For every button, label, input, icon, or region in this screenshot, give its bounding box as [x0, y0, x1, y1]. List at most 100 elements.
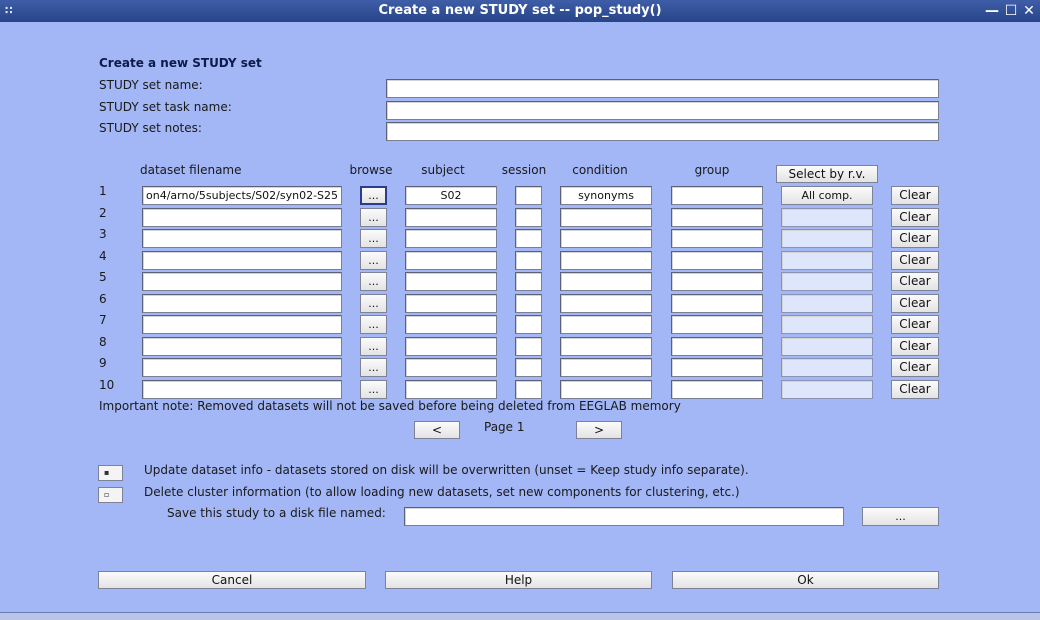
- subject-input[interactable]: [405, 251, 497, 270]
- clear-button[interactable]: Clear: [891, 251, 939, 270]
- components-button[interactable]: [781, 294, 873, 313]
- study-task-input[interactable]: [386, 101, 939, 120]
- dataset-filename-input[interactable]: [142, 251, 342, 270]
- subject-input[interactable]: S02: [405, 186, 497, 205]
- delete-cluster-checkbox[interactable]: ▫: [98, 487, 123, 503]
- components-button[interactable]: [781, 229, 873, 248]
- subject-input[interactable]: [405, 315, 497, 334]
- dataset-filename-input[interactable]: [142, 272, 342, 291]
- subject-input[interactable]: [405, 272, 497, 291]
- minimize-icon[interactable]: —: [983, 2, 1001, 20]
- save-study-filename-input[interactable]: [404, 507, 844, 526]
- session-input[interactable]: [515, 315, 542, 334]
- header-session: session: [501, 163, 547, 177]
- save-study-browse-button[interactable]: ...: [862, 507, 939, 526]
- clear-button[interactable]: Clear: [891, 380, 939, 399]
- row-number: 3: [99, 227, 107, 241]
- group-input[interactable]: [671, 208, 763, 227]
- session-input[interactable]: [515, 337, 542, 356]
- clear-button[interactable]: Clear: [891, 186, 939, 205]
- condition-input[interactable]: [560, 315, 652, 334]
- update-dataset-checkbox[interactable]: ▪: [98, 465, 123, 481]
- browse-button[interactable]: ...: [360, 315, 387, 334]
- condition-input[interactable]: [560, 358, 652, 377]
- components-button[interactable]: [781, 272, 873, 291]
- subject-input[interactable]: [405, 337, 497, 356]
- clear-button[interactable]: Clear: [891, 272, 939, 291]
- help-button[interactable]: Help: [385, 571, 652, 589]
- components-button[interactable]: [781, 358, 873, 377]
- session-input[interactable]: [515, 358, 542, 377]
- group-input[interactable]: [671, 251, 763, 270]
- browse-button[interactable]: ...: [360, 294, 387, 313]
- next-page-button[interactable]: >: [576, 421, 622, 439]
- components-button[interactable]: [781, 208, 873, 227]
- condition-input[interactable]: [560, 272, 652, 291]
- clear-button[interactable]: Clear: [891, 229, 939, 248]
- close-icon[interactable]: ✕: [1020, 2, 1038, 20]
- components-button[interactable]: [781, 337, 873, 356]
- dataset-filename-input[interactable]: [142, 229, 342, 248]
- browse-button[interactable]: ...: [360, 229, 387, 248]
- browse-button[interactable]: ...: [360, 186, 387, 205]
- components-button[interactable]: [781, 380, 873, 399]
- subject-input[interactable]: [405, 294, 497, 313]
- condition-input[interactable]: [560, 229, 652, 248]
- group-input[interactable]: [671, 186, 763, 205]
- components-button[interactable]: All comp.: [781, 186, 873, 205]
- group-input[interactable]: [671, 337, 763, 356]
- maximize-icon[interactable]: ☐: [1002, 2, 1020, 20]
- dataset-filename-input[interactable]: [142, 337, 342, 356]
- subject-input[interactable]: [405, 380, 497, 399]
- browse-button[interactable]: ...: [360, 380, 387, 399]
- clear-button[interactable]: Clear: [891, 315, 939, 334]
- browse-button[interactable]: ...: [360, 272, 387, 291]
- group-input[interactable]: [671, 315, 763, 334]
- subject-input[interactable]: [405, 229, 497, 248]
- study-notes-input[interactable]: [386, 122, 939, 141]
- dataset-filename-input[interactable]: [142, 208, 342, 227]
- dataset-filename-input[interactable]: [142, 315, 342, 334]
- browse-button[interactable]: ...: [360, 337, 387, 356]
- condition-input[interactable]: [560, 251, 652, 270]
- condition-input[interactable]: [560, 294, 652, 313]
- group-input[interactable]: [671, 294, 763, 313]
- dataset-filename-input[interactable]: [142, 294, 342, 313]
- clear-button[interactable]: Clear: [891, 294, 939, 313]
- components-button[interactable]: [781, 315, 873, 334]
- session-input[interactable]: [515, 294, 542, 313]
- browse-button[interactable]: ...: [360, 251, 387, 270]
- group-input[interactable]: [671, 380, 763, 399]
- group-input[interactable]: [671, 229, 763, 248]
- subject-input[interactable]: [405, 208, 497, 227]
- group-input[interactable]: [671, 272, 763, 291]
- dataset-filename-input[interactable]: [142, 358, 342, 377]
- session-input[interactable]: [515, 186, 542, 205]
- row-number: 10: [99, 378, 115, 392]
- session-input[interactable]: [515, 380, 542, 399]
- study-name-input[interactable]: [386, 79, 939, 98]
- select-by-rv-button[interactable]: Select by r.v.: [776, 165, 878, 183]
- subject-input[interactable]: [405, 358, 497, 377]
- session-input[interactable]: [515, 208, 542, 227]
- condition-input[interactable]: synonyms: [560, 186, 652, 205]
- cancel-button[interactable]: Cancel: [98, 571, 366, 589]
- condition-input[interactable]: [560, 337, 652, 356]
- clear-button[interactable]: Clear: [891, 337, 939, 356]
- session-input[interactable]: [515, 251, 542, 270]
- clear-button[interactable]: Clear: [891, 358, 939, 377]
- group-input[interactable]: [671, 358, 763, 377]
- condition-input[interactable]: [560, 380, 652, 399]
- dataset-filename-input[interactable]: on4/arno/5subjects/S02/syn02-S25: [142, 186, 342, 205]
- study-task-label: STUDY set task name:: [99, 100, 232, 114]
- session-input[interactable]: [515, 229, 542, 248]
- browse-button[interactable]: ...: [360, 358, 387, 377]
- session-input[interactable]: [515, 272, 542, 291]
- ok-button[interactable]: Ok: [672, 571, 939, 589]
- condition-input[interactable]: [560, 208, 652, 227]
- components-button[interactable]: [781, 251, 873, 270]
- browse-button[interactable]: ...: [360, 208, 387, 227]
- prev-page-button[interactable]: <: [414, 421, 460, 439]
- clear-button[interactable]: Clear: [891, 208, 939, 227]
- dataset-filename-input[interactable]: [142, 380, 342, 399]
